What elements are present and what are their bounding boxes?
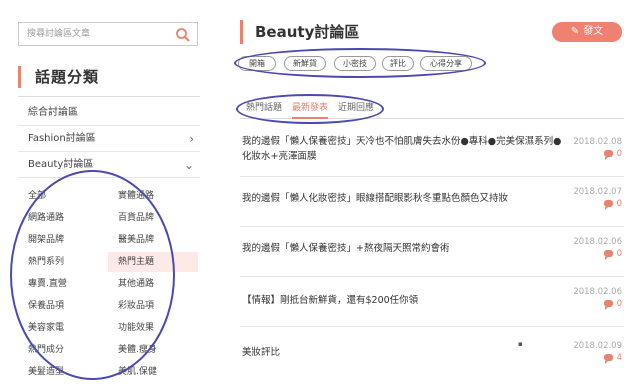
subcategory-item-active[interactable]: 熱門主題 [108,252,198,272]
subcategory-item[interactable]: 功能效果 [108,318,198,338]
post-title[interactable]: 美妝評比 [242,345,562,360]
post-date: 2018.02.06 [573,287,622,297]
subcategory-item[interactable]: 美髮造型 [18,362,108,382]
post-row[interactable]: 美妝評比 2018.02.09 4 [240,327,624,377]
category-general[interactable]: 綜合討論區 [18,100,200,126]
new-post-button[interactable]: ✎ 發文 [552,22,622,42]
post-title[interactable]: 我的邊假「懶人保養密技」+熬夜隔天照常約會術 [242,241,562,256]
chevron-down-icon[interactable]: ⌄ [184,152,194,178]
chevron-right-icon[interactable]: › [189,126,194,152]
search-box[interactable] [18,22,198,46]
subcategory-item[interactable]: 熱門系列 [18,252,108,272]
category-beauty[interactable]: Beauty討論區 ⌄ [18,152,200,178]
post-date: 2018.02.08 [573,137,622,147]
post-title[interactable]: 【情報】剛抵台新鮮貨，還有$200任你領 [242,293,562,308]
comment-count: 0 [603,199,622,210]
post-row[interactable]: 【情報】剛抵台新鮮貨，還有$200任你領 2018.02.06 0 [240,277,624,327]
comment-count: 0 [603,249,622,260]
subcategory-item[interactable]: 專賣.直營 [18,274,108,294]
subcategory-item[interactable]: 開架品牌 [18,230,108,250]
new-post-label: 發文 [583,26,604,37]
post-date: 2018.02.06 [573,237,622,247]
post-row[interactable]: 我的邊假「懶人保養密技」天冷也不怕肌膚失去水份●專科●完美保濕系列●化妝水+亮澤… [240,127,624,177]
post-date: 2018.02.07 [573,187,622,197]
subcategory-item[interactable]: 熱門成分 [18,340,108,360]
divider [18,96,200,97]
tab-recent-replies[interactable]: 近期回應 [338,99,374,119]
search-input[interactable] [27,26,177,42]
cursor-icon: ▪ [518,340,523,348]
section-title: 話題分類 [18,66,99,88]
post-date: 2018.02.09 [573,341,622,351]
comment-count-value: 0 [616,149,622,159]
category-fashion[interactable]: Fashion討論區 › [18,126,200,152]
tag-item[interactable]: 小密技 [334,56,376,71]
subcategory-item[interactable]: 醫美品牌 [108,230,198,250]
comment-count-value: 0 [616,299,622,309]
subcategory-item[interactable]: 彩妝品項 [108,296,198,316]
post-title[interactable]: 我的邊假「懶人化妝密技」眼線搭配眼影秋冬重點色顏色又持妝 [242,191,562,206]
comment-count: 0 [603,149,622,160]
post-row[interactable]: 我的邊假「懶人保養密技」+熬夜隔天照常約會術 2018.02.06 0 [240,227,624,277]
subcategory-item[interactable]: 保養品項 [18,296,108,316]
subcategory-item[interactable]: 美肌.保健 [108,362,198,382]
comment-icon [603,200,613,210]
tab-latest[interactable]: 最新發表 [292,99,329,119]
tag-item[interactable]: 評比 [382,56,414,71]
tag-item[interactable]: 開箱 [238,56,276,71]
tab-popular[interactable]: 熱門話題 [246,99,282,119]
comment-icon [603,250,613,260]
subcategory-item[interactable]: 百貨品牌 [108,208,198,228]
comment-icon [603,300,613,310]
comment-count-value: 0 [616,199,622,209]
tab-bar: 熱門話題 最新發表 近期回應 [240,97,624,119]
subcategory-item[interactable]: 網路通路 [18,208,108,228]
category-label: Beauty討論區 [28,159,94,170]
comment-icon [603,150,613,160]
category-label: 綜合討論區 [28,107,78,118]
comment-icon [603,354,613,364]
page-title: Beauty討論區 [240,20,359,44]
subcategory-item[interactable]: 美體.瘦身 [108,340,198,360]
comment-count-value: 0 [616,249,622,259]
subcategory-item[interactable]: 實體通路 [108,186,198,206]
comment-count: 4 [603,353,622,364]
comment-count: 0 [603,299,622,310]
tag-item[interactable]: 新鮮貨 [284,56,326,71]
subcategory-item[interactable]: 美容家電 [18,318,108,338]
comment-count-value: 4 [616,353,622,363]
subcategory-item[interactable]: 全部 [18,186,108,206]
post-title[interactable]: 我的邊假「懶人保養密技」天冷也不怕肌膚失去水份●專科●完美保濕系列●化妝水+亮澤… [242,134,562,164]
tag-item[interactable]: 心得分享 [420,56,472,71]
search-icon[interactable] [175,27,191,43]
subcategory-item[interactable]: 其他通路 [108,274,198,294]
sidebar: 話題分類 綜合討論區 Fashion討論區 › Beauty討論區 ⌄ 全部 實… [0,0,210,384]
post-row[interactable]: 我的邊假「懶人化妝密技」眼線搭配眼影秋冬重點色顏色又持妝 2018.02.07 … [240,177,624,227]
pencil-icon: ✎ [570,26,580,37]
category-label: Fashion討論區 [28,133,96,144]
